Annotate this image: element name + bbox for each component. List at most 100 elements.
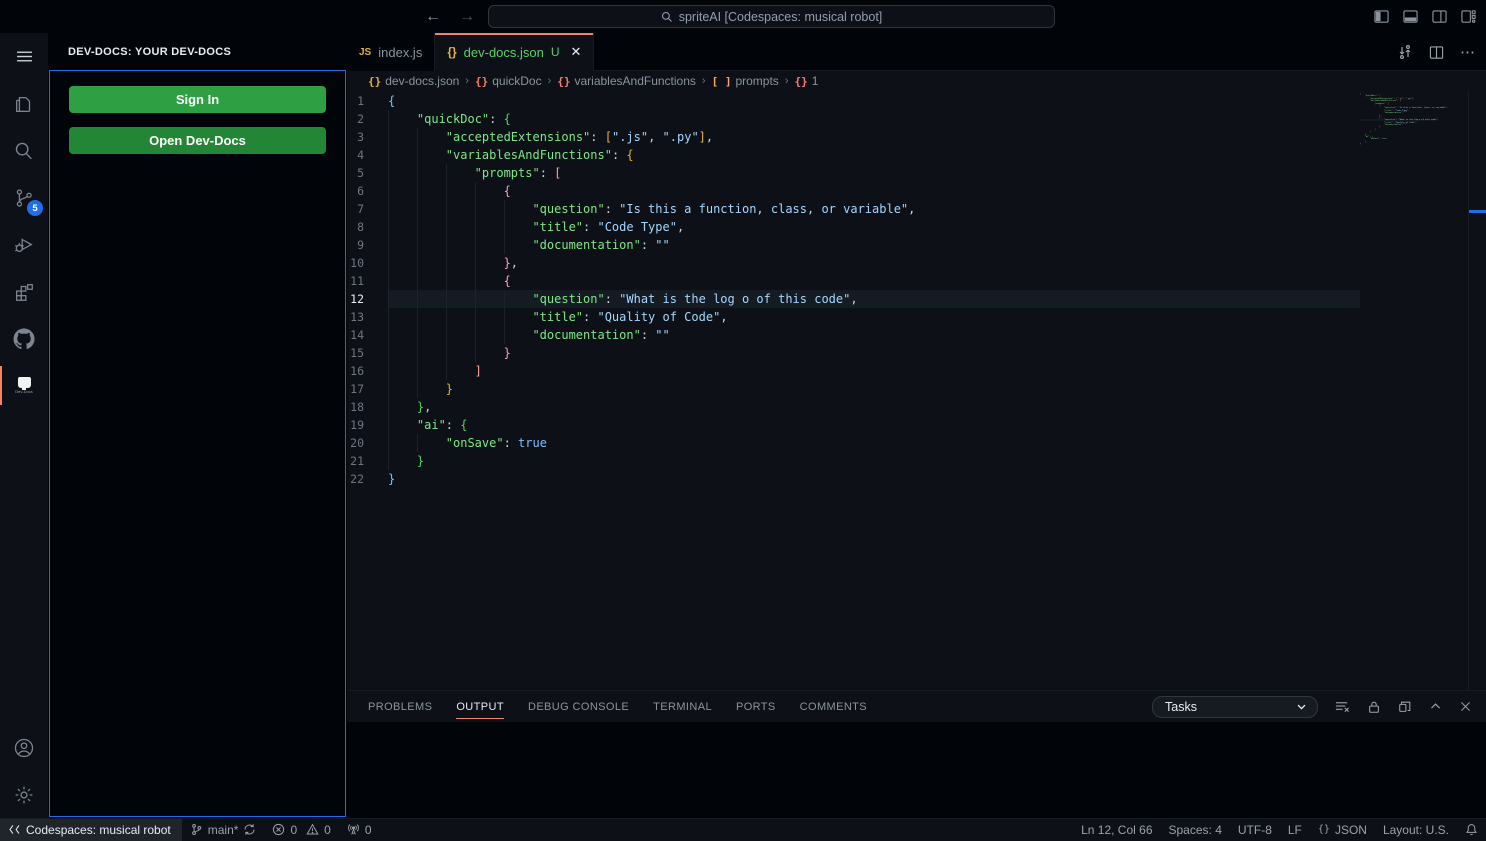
sign-in-button[interactable]: Sign In	[69, 86, 326, 113]
breadcrumb-index-1[interactable]: {}1	[794, 74, 818, 88]
code-line[interactable]: 10},	[347, 254, 1360, 272]
panel-tab-output[interactable]: OUTPUT	[456, 691, 504, 722]
status-bar: Codespaces: musical robot main* 0 0 0 Ln…	[0, 818, 1486, 840]
tab-index-js[interactable]: JS index.js	[347, 33, 435, 71]
code-line[interactable]: 19"ai": {	[347, 416, 1360, 434]
command-center-search[interactable]: spriteAI [Codespaces: musical robot]	[488, 5, 1055, 28]
symbol-object-icon: {}	[557, 75, 570, 88]
code-line[interactable]: 16]	[347, 362, 1360, 380]
code-line[interactable]: 12"question": "What is the log o of this…	[347, 290, 1360, 308]
sidebar-item-extensions[interactable]	[0, 268, 48, 315]
branch-indicator[interactable]: main*	[182, 819, 265, 841]
braces-icon: {}	[1318, 824, 1330, 835]
open-changes-icon[interactable]	[1397, 44, 1413, 60]
code-line[interactable]: 5"prompts": [	[347, 164, 1360, 182]
panel-tab-problems[interactable]: PROBLEMS	[368, 691, 432, 722]
settings-button[interactable]	[0, 771, 48, 818]
javascript-file-icon: JS	[359, 47, 371, 58]
panel-tab-terminal[interactable]: TERMINAL	[653, 691, 712, 722]
account-icon	[13, 737, 35, 759]
split-editor-icon[interactable]	[1429, 45, 1444, 60]
more-actions-icon[interactable]: ⋯	[1460, 43, 1476, 61]
scm-badge: 5	[27, 200, 43, 216]
line-number: 22	[347, 470, 388, 488]
code-editor[interactable]: 1{2"quickDoc": {3"acceptedExtensions": […	[347, 91, 1486, 690]
code-line[interactable]: 2"quickDoc": {	[347, 110, 1360, 128]
code-line[interactable]: 20"onSave": true	[347, 434, 1360, 452]
code-line[interactable]: 13"title": "Quality of Code",	[347, 308, 1360, 326]
line-number: 2	[347, 110, 388, 128]
code-line[interactable]: 18},	[347, 398, 1360, 416]
breadcrumb-separator: ›	[702, 75, 706, 87]
symbol-array-icon: [ ]	[712, 75, 732, 88]
gear-icon	[13, 784, 35, 806]
minimap[interactable]: {"quickDoc": {"acceptedExtensions": [".j…	[1360, 93, 1460, 688]
open-devdocs-button[interactable]: Open Dev-Docs	[69, 127, 326, 154]
symbol-object-icon: {}	[368, 75, 381, 88]
nav-forward-icon[interactable]: →	[459, 8, 475, 26]
code-line[interactable]: 22}	[347, 470, 1360, 488]
sidebar-item-search[interactable]	[0, 127, 48, 174]
panel-tab-debug-console[interactable]: DEBUG CONSOLE	[528, 691, 629, 722]
close-panel-icon[interactable]	[1459, 700, 1472, 713]
breadcrumb-quickdoc[interactable]: {}quickDoc	[475, 74, 542, 88]
warning-icon	[306, 823, 319, 836]
toggle-secondary-sidebar-icon[interactable]	[1432, 9, 1447, 24]
open-output-in-editor-icon[interactable]	[1398, 700, 1412, 714]
panel-tab-ports[interactable]: PORTS	[736, 691, 776, 722]
keyboard-layout[interactable]: Layout: U.S.	[1375, 819, 1457, 841]
language-mode[interactable]: {} JSON	[1310, 819, 1375, 841]
output-channel-dropdown[interactable]: Tasks	[1152, 696, 1318, 718]
line-number: 7	[347, 200, 388, 218]
notifications-button[interactable]	[1457, 819, 1486, 841]
code-line[interactable]: 1{	[347, 92, 1360, 110]
tab-label: index.js	[378, 45, 422, 60]
remote-indicator[interactable]: Codespaces: musical robot	[0, 819, 182, 841]
code-line[interactable]: 7"question": "Is this a function, class,…	[347, 200, 1360, 218]
breadcrumb-prompts[interactable]: [ ]prompts	[712, 74, 779, 88]
lock-scrolling-icon[interactable]	[1367, 700, 1381, 714]
code-line[interactable]: 6{	[347, 182, 1360, 200]
sidebar-item-github[interactable]	[0, 315, 48, 362]
eol-setting[interactable]: LF	[1280, 819, 1310, 841]
overview-ruler-cursor-mark	[1469, 210, 1486, 213]
line-number: 12	[347, 290, 388, 308]
sidebar-item-devdocs[interactable]: Dev-Docs	[0, 362, 48, 409]
radio-tower-icon	[347, 823, 360, 836]
clear-output-icon[interactable]	[1335, 699, 1350, 714]
sidebar-item-run-debug[interactable]	[0, 221, 48, 268]
panel-tab-comments[interactable]: COMMENTS	[800, 691, 867, 722]
code-line[interactable]: 15}	[347, 344, 1360, 362]
github-icon	[12, 327, 36, 351]
encoding-setting[interactable]: UTF-8	[1230, 819, 1280, 841]
cursor-position[interactable]: Ln 12, Col 66	[1073, 819, 1160, 841]
code-line[interactable]: 21}	[347, 452, 1360, 470]
code-line[interactable]: 4"variablesAndFunctions": {	[347, 146, 1360, 164]
breadcrumb-file[interactable]: {}dev-docs.json	[368, 74, 459, 88]
line-number: 15	[347, 344, 388, 362]
toggle-panel-icon[interactable]	[1403, 9, 1418, 24]
code-line[interactable]: 8"title": "Code Type",	[347, 218, 1360, 236]
tab-dev-docs-json[interactable]: {} dev-docs.json U ✕	[435, 33, 594, 71]
nav-back-icon[interactable]: ←	[425, 8, 441, 26]
sidebar-item-explorer[interactable]	[0, 80, 48, 127]
breadcrumb-variablesandfunctions[interactable]: {}variablesAndFunctions	[557, 74, 696, 88]
indentation-setting[interactable]: Spaces: 4	[1161, 819, 1230, 841]
close-tab-icon[interactable]: ✕	[571, 44, 582, 60]
code-line[interactable]: 11{	[347, 272, 1360, 290]
output-content[interactable]	[347, 722, 1486, 818]
code-content[interactable]: 1{2"quickDoc": {3"acceptedExtensions": […	[347, 92, 1360, 488]
problems-indicator[interactable]: 0 0	[264, 819, 338, 841]
menu-button[interactable]	[0, 33, 48, 80]
maximize-panel-icon[interactable]	[1429, 700, 1442, 713]
toggle-sidebar-icon[interactable]	[1374, 9, 1389, 24]
code-line[interactable]: 3"acceptedExtensions": [".js", ".py"],	[347, 128, 1360, 146]
code-line[interactable]: 17}	[347, 380, 1360, 398]
customize-layout-icon[interactable]	[1461, 9, 1476, 24]
title-bar: ← → spriteAI [Codespaces: musical robot]	[0, 0, 1486, 33]
ports-indicator[interactable]: 0	[339, 819, 380, 841]
code-line[interactable]: 14"documentation": ""	[347, 326, 1360, 344]
sidebar-item-source-control[interactable]: 5	[0, 174, 48, 221]
account-button[interactable]	[0, 724, 48, 771]
code-line[interactable]: 9"documentation": ""	[347, 236, 1360, 254]
